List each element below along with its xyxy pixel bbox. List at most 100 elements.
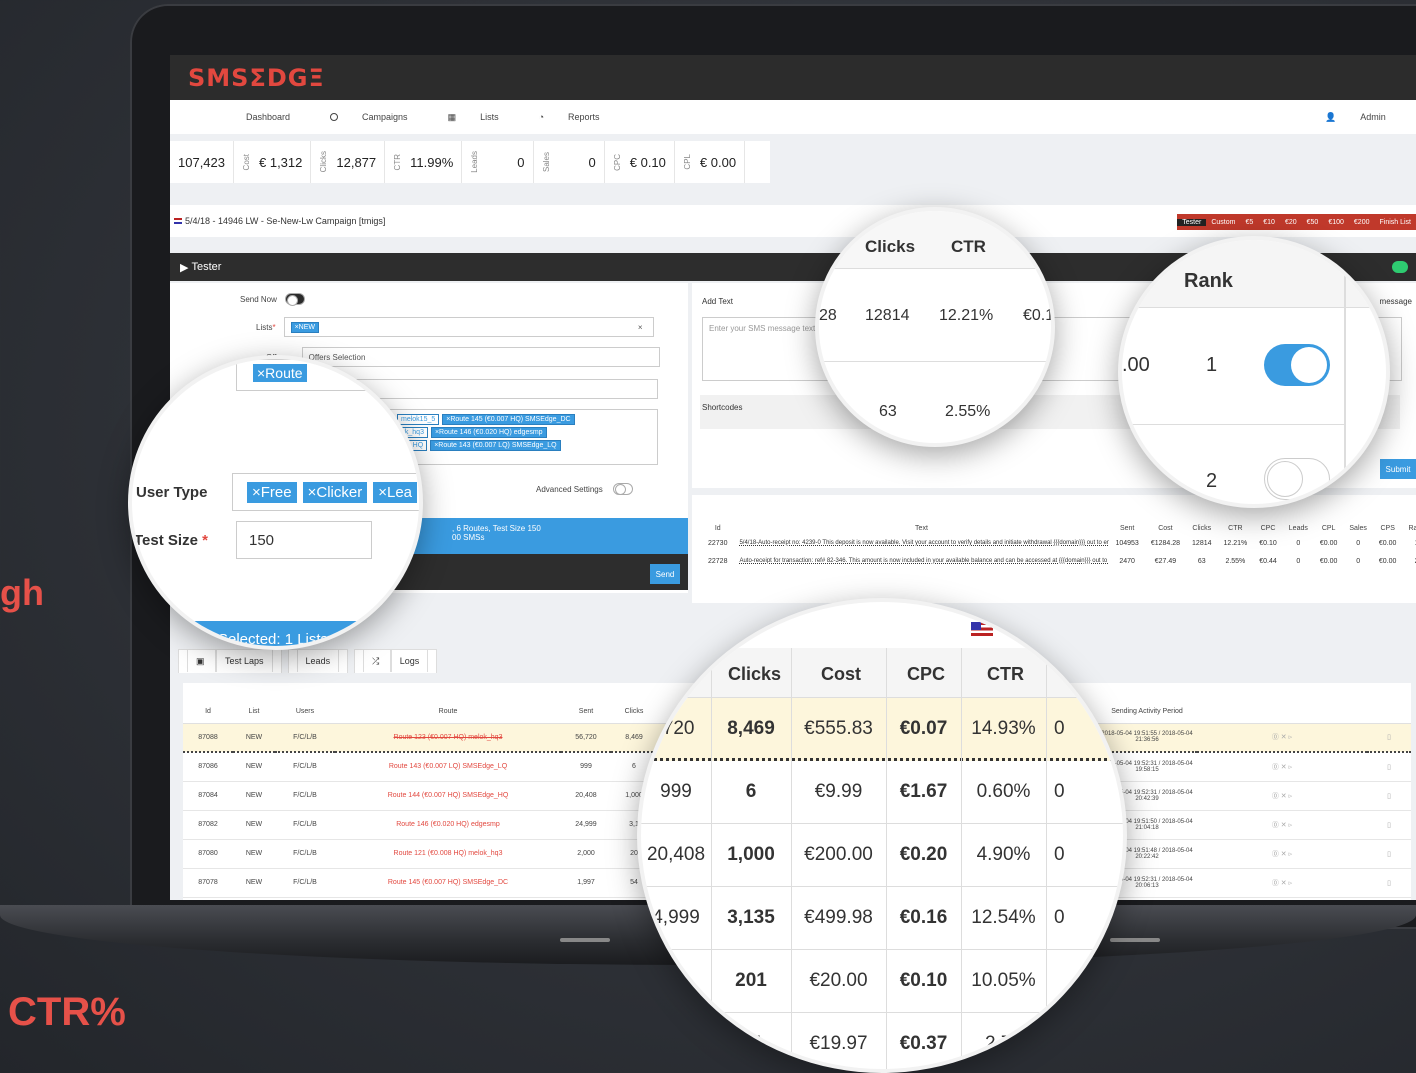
trash-icon[interactable]: ▯: [1367, 752, 1411, 782]
col-header: Sent: [1119, 525, 1135, 532]
quick-50-button[interactable]: €50: [1302, 219, 1324, 226]
panel-toggle[interactable]: [1392, 261, 1408, 273]
col-header: Leads: [1288, 525, 1308, 532]
shuffle-icon: ⤮: [363, 649, 391, 672]
zoom-cell: 1: [1206, 354, 1218, 376]
send-button[interactable]: Send: [650, 564, 680, 584]
quick-200-button[interactable]: €200: [1349, 219, 1375, 226]
quick-tester-button[interactable]: Tester: [1177, 218, 1207, 226]
trophy-icon: ▣: [187, 649, 217, 672]
cell: €0.44: [1259, 557, 1277, 565]
quick-custom-button[interactable]: Custom: [1206, 219, 1240, 226]
user-tag[interactable]: ×Free: [247, 481, 297, 503]
zoom-cell: €0.16: [899, 907, 948, 928]
cell: Route 146 (€0.020 HQ) edgesmp: [335, 810, 561, 840]
row-actions[interactable]: ⓪ ✕ ▹: [1197, 781, 1367, 811]
quick-20-button[interactable]: €20: [1280, 219, 1302, 226]
laps-tabs: ▣ Test Laps Leads ⤮ Logs: [178, 649, 438, 673]
zoom-cell: 2.55%: [945, 403, 991, 420]
list-tag[interactable]: ×NEW: [290, 321, 319, 333]
cell: 0: [1296, 539, 1301, 547]
quick-100-button[interactable]: €100: [1323, 219, 1349, 226]
col-header: List: [233, 701, 275, 724]
route-tag[interactable]: melok15_5: [397, 414, 440, 425]
cell: €0.00: [1319, 539, 1338, 547]
trash-icon[interactable]: ▯: [1367, 781, 1411, 811]
user-icon: 👤: [1325, 111, 1337, 122]
nav-lists[interactable]: ▦ Lists: [428, 112, 499, 123]
rank-toggle-on[interactable]: [1264, 344, 1330, 386]
zoom-route-tag[interactable]: ×Route: [253, 364, 307, 382]
play-icon: ▶: [180, 261, 189, 274]
zoom-cell: 12.21%: [939, 307, 994, 324]
nav-dashboard[interactable]: Dashboard: [226, 112, 290, 122]
advanced-label: Advanced Settings: [536, 484, 603, 494]
clear-icon[interactable]: ×: [638, 323, 643, 332]
send-now-toggle[interactable]: [284, 293, 305, 306]
cell: F/C/L/B: [275, 868, 335, 898]
zoom-header: CPC: [907, 664, 946, 684]
user-tag[interactable]: ×Clicker: [302, 481, 368, 503]
cell: Route 144 (€0.007 HQ) SMSEdge_HQ: [335, 781, 561, 811]
quick-5-button[interactable]: €5: [1240, 219, 1258, 226]
stat-label: CPC: [612, 153, 622, 171]
tab-test-laps[interactable]: ▣ Test Laps: [178, 649, 282, 673]
cell: 22730: [708, 539, 728, 547]
trash-icon[interactable]: ▯: [1367, 839, 1411, 869]
nav-campaigns[interactable]: Campaigns: [310, 112, 408, 122]
lists-select[interactable]: ×NEW ×: [283, 317, 654, 337]
submit-button[interactable]: Submit: [1380, 459, 1416, 479]
tab-label: Leads: [296, 649, 340, 672]
stat-cost: Cost € 1,312: [234, 141, 312, 183]
route-tag[interactable]: ×Route 145 (€0.007 HQ) SMSEdge_DC: [442, 414, 575, 425]
route-tag[interactable]: ×Route 146 (€0.020 HQ) edgesmp: [430, 427, 547, 438]
test-size-input[interactable]: 150: [236, 521, 372, 559]
test-size-value: 150: [249, 532, 275, 549]
tab-leads[interactable]: Leads: [287, 649, 349, 673]
cell: 2.55%: [1225, 557, 1246, 565]
campaign-bar: 5/4/18 - 14946 LW - Se-New-Lw Campaign […: [170, 205, 1416, 237]
flag-icon: [174, 218, 182, 224]
cell: 2470: [1119, 557, 1135, 565]
row-actions[interactable]: ⓪ ✕ ▹: [1197, 752, 1367, 782]
cell: 56,720: [561, 723, 611, 753]
trash-icon[interactable]: ▯: [1367, 810, 1411, 840]
route-tag[interactable]: ×Route 143 (€0.007 LQ) SMSEdge_LQ: [430, 440, 561, 451]
app-logo[interactable]: SMSΣDGΞ: [188, 64, 325, 92]
nav-admin[interactable]: 👤 Admin: [1305, 112, 1386, 123]
cell: NEW: [233, 752, 275, 782]
cell: 2,000: [561, 839, 611, 869]
trash-icon[interactable]: ▯: [1367, 723, 1411, 753]
row-actions[interactable]: ⓪ ✕ ▹: [1197, 810, 1367, 840]
zoom-cell: 0: [1054, 718, 1065, 739]
user-tag[interactable]: ×Lea: [373, 481, 418, 503]
col-header: CPS: [1380, 525, 1395, 532]
activity-table: Id Text Sent Cost Clicks CTR CPC Leads C…: [702, 523, 1416, 570]
finish-list-button[interactable]: Finish List: [1374, 219, 1416, 226]
cell: NEW: [233, 781, 275, 811]
quick-10-button[interactable]: €10: [1258, 219, 1280, 226]
zoom-cell: 54: [740, 1033, 762, 1054]
trash-icon[interactable]: ▯: [1367, 868, 1411, 898]
table-row[interactable]: 22730 5/4/18-Auto-receipt no: 4239-0 Thi…: [702, 534, 1416, 552]
zoom-user-type-field[interactable]: ×Free ×Clicker ×Lea: [232, 473, 419, 511]
nav-label: Reports: [568, 112, 600, 122]
tab-logs[interactable]: ⤮ Logs: [354, 649, 438, 673]
cell: F/C/L/B: [275, 781, 335, 811]
cell: 2: [1402, 552, 1416, 570]
zoom-cell: €0.07: [899, 718, 948, 739]
table-row[interactable]: 22728 Auto-receipt for transaction: ref#…: [702, 552, 1416, 570]
rank-toggle-off[interactable]: [1264, 458, 1330, 500]
message-placeholder: Enter your SMS message text with: [709, 324, 832, 333]
cell: F/C/L/B: [275, 810, 335, 840]
col-header: Id: [183, 701, 233, 724]
row-actions[interactable]: ⓪ ✕ ▹: [1197, 868, 1367, 898]
zoom-cell: 201: [735, 970, 767, 991]
zoom-cell: 0: [670, 970, 682, 991]
col-header: Cost: [1158, 525, 1173, 532]
row-actions[interactable]: ⓪ ✕ ▹: [1197, 723, 1367, 753]
nav-reports[interactable]: ◔ Reports: [519, 112, 600, 122]
advanced-toggle[interactable]: [612, 483, 633, 495]
row-actions[interactable]: ⓪ ✕ ▹: [1197, 839, 1367, 869]
test-size-label: Test Size *: [134, 532, 208, 549]
